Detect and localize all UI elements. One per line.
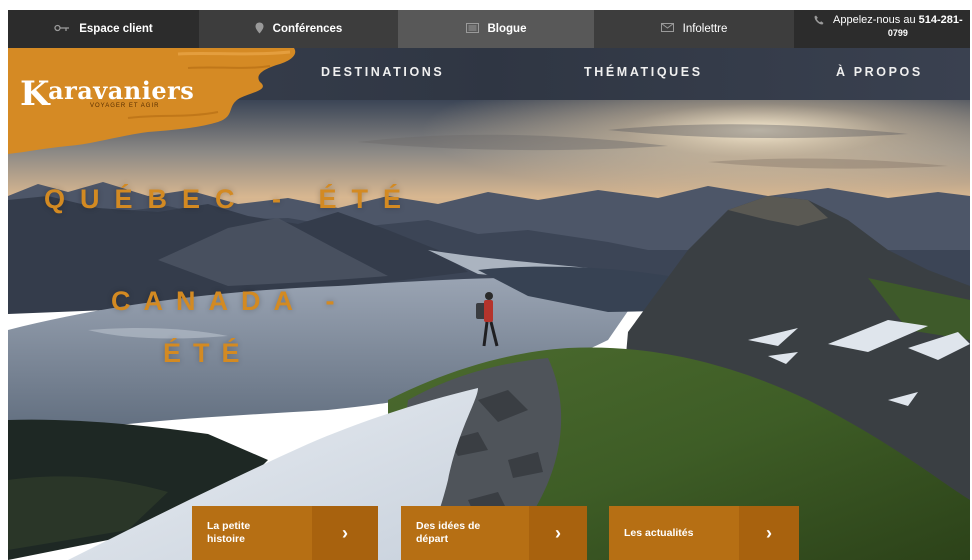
card-label-line-1: Les actualités <box>624 526 694 539</box>
card-idees-depart[interactable]: Des idées de départ › <box>401 506 587 560</box>
espace-client-label: Espace client <box>79 23 153 35</box>
phone-text: Appelez-nous au 514-281- 0799 <box>833 14 963 40</box>
newspaper-icon <box>465 22 479 36</box>
hero-landscape-image <box>8 100 970 560</box>
card-actualites[interactable]: Les actualités › <box>609 506 799 560</box>
phone-prefix: Appelez-nous au <box>833 14 916 26</box>
phone-line-1: Appelez-nous au 514-281- <box>833 14 963 27</box>
infolettre-link[interactable]: Infolettre <box>594 10 794 48</box>
logo-name: aravaniers <box>48 76 195 105</box>
phone-number-part2: 0799 <box>887 28 908 38</box>
phone-link[interactable]: Appelez-nous au 514-281- 0799 <box>794 10 970 48</box>
phone-icon <box>814 15 824 28</box>
hero-banner: QUÉBEC - ÉTÉ CANADA - ÉTÉ <box>8 100 970 560</box>
hero-destination-1[interactable]: QUÉBEC - ÉTÉ <box>44 184 416 215</box>
chevron-right-icon[interactable]: › <box>739 506 799 560</box>
logo-initial: K <box>20 74 51 114</box>
card-label-line-2: histoire <box>207 533 245 545</box>
map-pin-icon <box>255 22 264 37</box>
card-label-line-2: départ <box>416 533 449 545</box>
espace-client-link[interactable]: Espace client <box>8 10 199 48</box>
key-icon <box>54 23 70 35</box>
nav-a-propos[interactable]: À PROPOS <box>836 48 923 100</box>
hero-destination-2b[interactable]: ÉTÉ <box>163 338 252 369</box>
page: Espace client Conférences Blogue Infolet… <box>8 10 970 560</box>
card-label: La petite histoire <box>192 506 312 560</box>
chevron-right-icon[interactable]: › <box>529 506 587 560</box>
card-label-line-1: La petite <box>207 520 251 532</box>
card-label-line-1: Des idées de <box>416 520 481 532</box>
envelope-icon <box>660 23 674 35</box>
blogue-label: Blogue <box>487 23 527 35</box>
nav-destinations[interactable]: DESTINATIONS <box>321 48 444 100</box>
conferences-link[interactable]: Conférences <box>199 10 398 48</box>
logo[interactable]: Karavaniers VOYAGER ET AGIR <box>8 48 308 156</box>
quick-links: La petite histoire › Des idées de départ ›… <box>8 506 970 560</box>
utility-bar: Espace client Conférences Blogue Infolet… <box>8 10 970 48</box>
conferences-label: Conférences <box>272 23 343 35</box>
card-label: Des idées de départ <box>401 506 529 560</box>
card-label: Les actualités <box>609 506 739 560</box>
phone-number-part1: 514-281- <box>918 14 963 26</box>
chevron-right-icon[interactable]: › <box>312 506 378 560</box>
infolettre-label: Infolettre <box>682 23 728 35</box>
hero-destination-2a[interactable]: CANADA - <box>111 286 347 317</box>
blogue-link[interactable]: Blogue <box>398 10 594 48</box>
nav-thematiques[interactable]: THÉMATIQUES <box>584 48 703 100</box>
logo-tagline: VOYAGER ET AGIR <box>90 103 160 109</box>
card-petite-histoire[interactable]: La petite histoire › <box>192 506 378 560</box>
